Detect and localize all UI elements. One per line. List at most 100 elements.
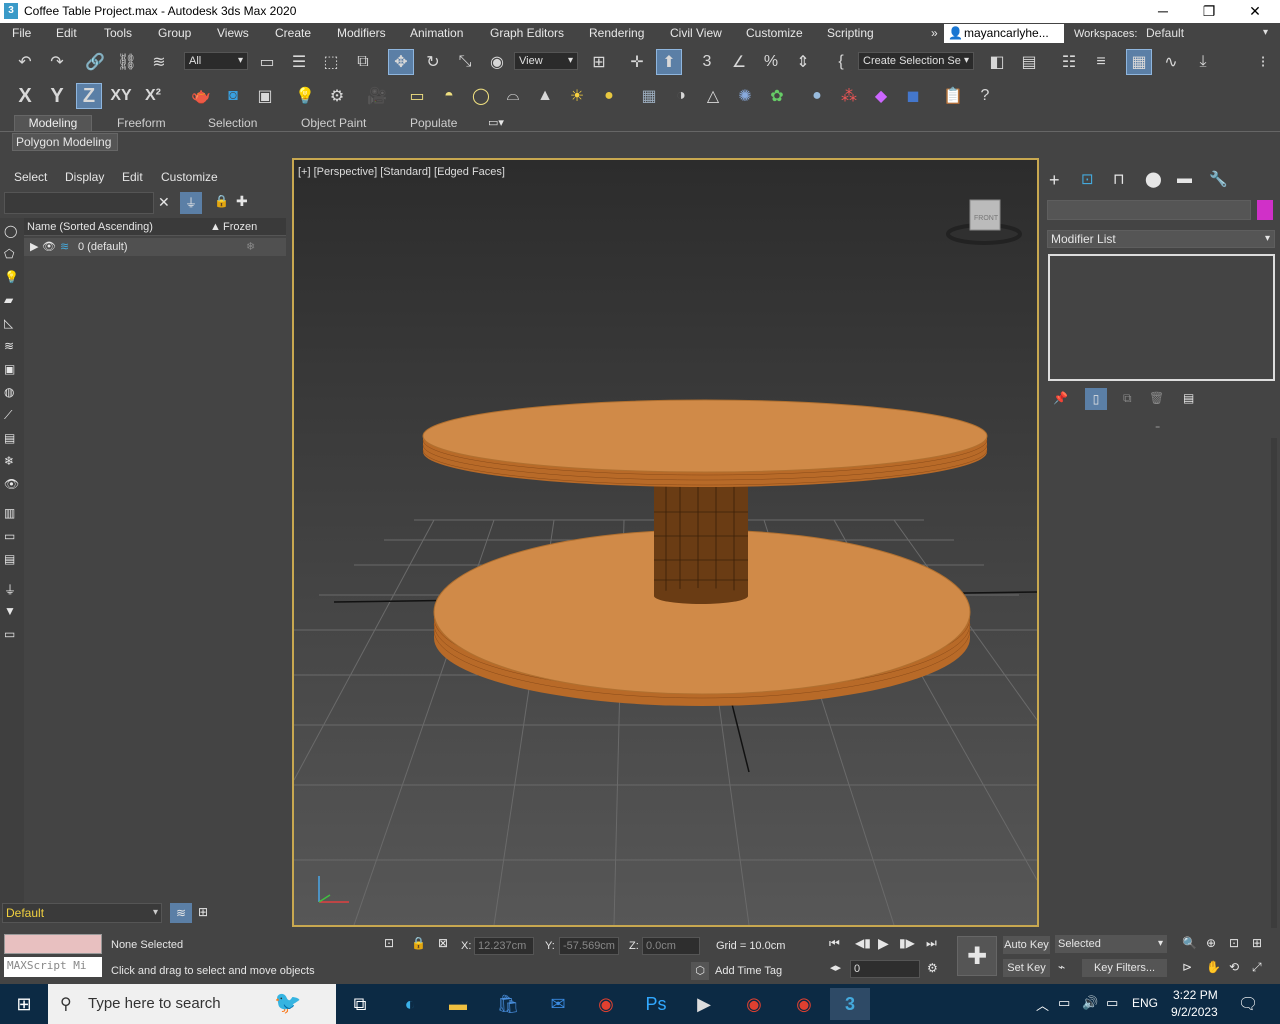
absolute-offset-icon[interactable]: ⊠ <box>438 936 448 950</box>
render-icon[interactable]: ◼ <box>900 83 926 109</box>
rendered-frame-icon[interactable]: ▣ <box>252 83 278 109</box>
play-icon[interactable]: ▶ <box>878 935 889 952</box>
next-frame-icon[interactable]: ▮▶ <box>899 936 915 950</box>
pin-stack-icon[interactable]: 📌 <box>1053 391 1068 405</box>
explorer-menu-customize[interactable]: Customize <box>161 170 218 184</box>
display-all-icon[interactable]: ▥ <box>4 506 15 520</box>
menu-overflow-icon[interactable]: » <box>931 26 938 40</box>
window-crossing-icon[interactable]: ⧉ <box>350 49 376 75</box>
column-frozen-header[interactable]: Frozen <box>223 221 257 233</box>
mail-icon[interactable]: ✉ <box>538 988 578 1020</box>
dome-icon[interactable]: ◓ <box>436 83 462 109</box>
auto-key-button[interactable]: Auto Key <box>1003 936 1050 954</box>
menu-views[interactable]: Views <box>217 26 249 40</box>
toggle-ribbon-icon[interactable]: ▦ <box>1126 49 1152 75</box>
menu-modifiers[interactable]: Modifiers <box>337 26 386 40</box>
configure-modifier-sets-icon[interactable]: ▤ <box>1183 391 1194 405</box>
layer-explorer-icon[interactable]: ≡ <box>1088 49 1114 75</box>
sort-hierarchy-icon[interactable]: ⊞ <box>198 905 208 919</box>
tab-selection[interactable]: Selection <box>208 116 257 132</box>
perspective-viewport[interactable]: [+] [Perspective] [Standard] [Edged Face… <box>292 158 1039 927</box>
orbit-icon[interactable]: ⟲ <box>1229 960 1239 974</box>
undo-icon[interactable]: ↶ <box>12 49 38 75</box>
ribbon-subtab-polygon-modeling[interactable]: Polygon Modeling <box>12 133 118 151</box>
meet-now-icon[interactable]: ▭ <box>1058 995 1070 1011</box>
cone-light-icon[interactable]: ▲ <box>532 83 558 109</box>
media-player-icon[interactable]: ▶ <box>684 988 724 1020</box>
material-sphere-icon[interactable]: ● <box>804 83 830 109</box>
panel-scrollbar[interactable] <box>1271 438 1277 928</box>
taskbar-search-box[interactable]: ⚲ Type here to search 🐦 <box>48 984 336 1024</box>
align-icon[interactable]: ▤ <box>1016 49 1042 75</box>
sky-dome-icon[interactable]: ● <box>596 83 622 109</box>
previous-frame-icon[interactable]: ◀▮ <box>855 936 871 950</box>
zoom-all-icon[interactable]: ⊕ <box>1206 936 1216 950</box>
select-and-scale-icon[interactable]: ⤡ <box>452 49 478 75</box>
pan-hand-icon[interactable]: ✋ <box>1206 960 1221 974</box>
keyboard-shortcut-override-icon[interactable]: ⬆ <box>656 49 682 75</box>
show-end-result-icon[interactable]: ▯ <box>1085 388 1107 410</box>
photoshop-icon[interactable]: Ps <box>636 988 676 1020</box>
display-frozen-icon[interactable]: ❄ <box>4 454 14 468</box>
top-disc-top[interactable] <box>422 399 988 473</box>
bind-spacewarp-icon[interactable]: ≋ <box>146 49 172 75</box>
x-coordinate-field[interactable]: 12.237cm <box>474 937 534 955</box>
z-coordinate-field[interactable]: 0.0cm <box>642 937 700 955</box>
percent-snap-icon[interactable]: % <box>758 49 784 75</box>
zoom-extents-all-icon[interactable]: ⊞ <box>1252 936 1262 950</box>
spinner-snap-icon[interactable]: ⇕ <box>790 49 816 75</box>
utilities-tab-icon[interactable]: 🔧 <box>1209 170 1228 188</box>
scene-converter-icon[interactable]: 💡 <box>292 83 318 109</box>
curve-editor-icon[interactable]: ∿ <box>1158 49 1184 75</box>
select-manipulate-icon[interactable]: ✛ <box>624 49 650 75</box>
motion-tab-icon[interactable]: ⬤ <box>1145 170 1162 188</box>
language-indicator[interactable]: ENG <box>1132 996 1158 1010</box>
display-groups-icon[interactable]: ▣ <box>4 362 15 376</box>
menu-customize[interactable]: Customize <box>746 26 803 40</box>
clock-time[interactable]: 3:22 PM <box>1173 988 1218 1002</box>
expand-arrow-icon[interactable]: ▶ <box>30 240 38 253</box>
link-icon[interactable]: 🔗 <box>82 49 108 75</box>
tab-freeform[interactable]: Freeform <box>117 116 166 132</box>
menu-group[interactable]: Group <box>158 26 191 40</box>
panel-splitter-icon[interactable]: ⁼ <box>1155 424 1160 435</box>
go-to-end-icon[interactable]: ⏭ <box>926 936 937 951</box>
arnold-icon[interactable]: ◆ <box>868 83 894 109</box>
filter-funnel-icon[interactable]: ▼ <box>4 604 16 618</box>
moon-icon[interactable]: ◑ <box>668 83 694 109</box>
filter-options-icon[interactable]: ⏚ <box>4 581 16 598</box>
axis-x-button[interactable]: X <box>12 83 38 109</box>
time-configuration-icon[interactable]: ⚙ <box>927 961 938 975</box>
compact-material-icon[interactable]: ⚙ <box>324 83 350 109</box>
close-button[interactable]: ✕ <box>1232 0 1278 23</box>
maximize-button[interactable]: ❐ <box>1186 0 1232 23</box>
menu-tools[interactable]: Tools <box>104 26 132 40</box>
display-geometry-icon[interactable]: ◯ <box>4 224 17 238</box>
display-tab-icon[interactable]: ▬ <box>1177 170 1192 187</box>
minimize-button[interactable]: ─ <box>1140 0 1186 23</box>
volume-icon[interactable]: 🔊 <box>1082 995 1098 1011</box>
render-setup-icon[interactable]: ◙ <box>220 83 246 109</box>
lock-icon[interactable]: 🔒 <box>214 194 229 208</box>
help-icon[interactable]: ? <box>972 83 998 109</box>
gear-icon[interactable]: ✺ <box>732 83 758 109</box>
field-of-view-icon[interactable]: ⊳ <box>1182 960 1192 974</box>
key-mode-dropdown[interactable]: Selected ▾ <box>1055 935 1167 953</box>
notification-center-icon[interactable]: 🗨 <box>1238 994 1258 1014</box>
menu-civil-view[interactable]: Civil View <box>670 26 722 40</box>
column-name-header[interactable]: Name (Sorted Ascending) <box>27 221 153 233</box>
explorer-menu-edit[interactable]: Edit <box>122 170 143 184</box>
y-coordinate-field[interactable]: -57.569cm <box>559 937 619 955</box>
tab-populate[interactable]: Populate <box>410 116 457 132</box>
toolbar-more-icon[interactable]: ⁝ <box>1250 49 1276 75</box>
explorer-menu-select[interactable]: Select <box>14 170 47 184</box>
physical-camera-icon[interactable]: 🎥 <box>364 83 390 109</box>
pivot-center-icon[interactable]: ⊞ <box>586 49 612 75</box>
tab-modeling[interactable]: Modeling <box>14 115 92 131</box>
maxscript-input[interactable]: MAXScript Mi <box>4 957 102 977</box>
clear-search-icon[interactable]: ✕ <box>158 194 170 211</box>
remove-modifier-icon[interactable]: 🗑 <box>1149 391 1164 405</box>
go-to-start-icon[interactable]: ⏮ <box>829 936 840 951</box>
axis-xy-button[interactable]: XY <box>108 83 134 109</box>
time-tag-icon[interactable]: ⬡ <box>691 962 709 980</box>
